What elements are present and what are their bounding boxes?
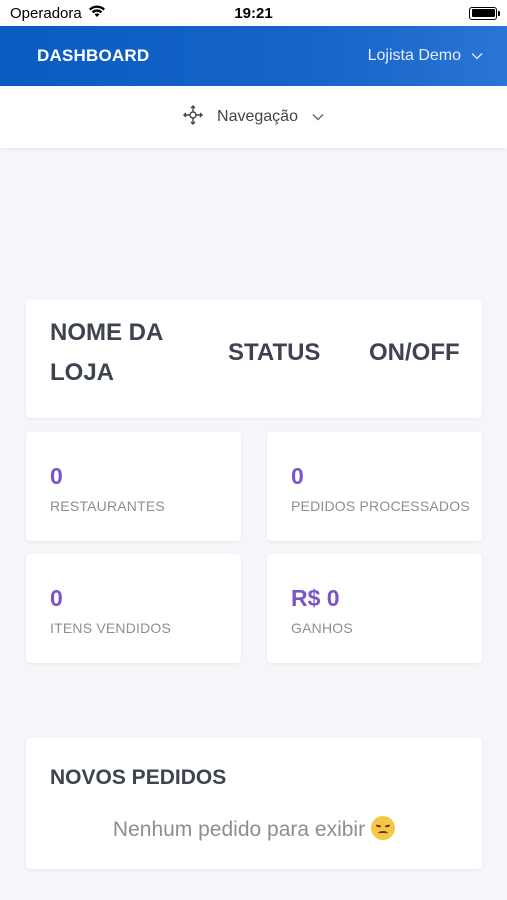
navigation-bar: Navegação: [0, 86, 507, 148]
battery-icon: [469, 6, 500, 20]
empty-orders-text: Nenhum pedido para exibir: [112, 818, 366, 841]
wifi-icon: [88, 4, 106, 22]
stat-card-restaurants: 0 RESTAURANTES: [26, 432, 241, 541]
stat-value: 0: [50, 585, 63, 611]
stat-value: R$ 0: [291, 585, 340, 611]
column-on-off: ON/OFF: [369, 339, 460, 366]
carrier-label: Operadora: [10, 4, 82, 22]
brand-title[interactable]: DASHBOARD: [37, 46, 149, 66]
stat-value: 0: [291, 463, 304, 489]
status-right: [469, 6, 500, 20]
new-orders-card: NOVOS PEDIDOS Nenhum pedido para exibir: [26, 738, 482, 869]
stat-value: 0: [50, 463, 63, 489]
status-left: Operadora: [10, 4, 106, 22]
stat-card-items-sold: 0 ITENS VENDIDOS: [26, 554, 241, 663]
stat-label: RESTAURANTES: [50, 498, 165, 514]
disappointed-face-icon: [371, 816, 396, 840]
column-status: STATUS: [228, 339, 321, 366]
stat-label: PEDIDOS PROCESSADOS: [291, 498, 470, 514]
compass-icon: [183, 104, 204, 130]
stat-card-earnings: R$ 0 GANHOS: [267, 554, 482, 663]
chevron-down-icon: [312, 108, 324, 126]
chevron-down-icon: [471, 47, 483, 65]
new-orders-title: NOVOS PEDIDOS: [50, 766, 227, 789]
stat-label: GANHOS: [291, 620, 353, 636]
stat-label: ITENS VENDIDOS: [50, 620, 172, 636]
empty-orders-message: Nenhum pedido para exibir: [26, 816, 482, 842]
column-store-name: NOME DA LOJA: [50, 319, 163, 386]
navigation-label: Navegação: [217, 108, 298, 125]
stat-card-orders-processed: 0 PEDIDOS PROCESSADOS: [267, 432, 482, 541]
store-table-header: NOME DA LOJA STATUS ON/OFF: [26, 300, 482, 418]
user-name: Lojista Demo: [367, 47, 461, 64]
user-menu[interactable]: Lojista Demo: [368, 47, 483, 65]
navigation-toggle[interactable]: Navegação: [183, 104, 324, 130]
app-header: DASHBOARD Lojista Demo: [0, 26, 507, 86]
status-bar: Operadora 19:21: [0, 0, 507, 26]
